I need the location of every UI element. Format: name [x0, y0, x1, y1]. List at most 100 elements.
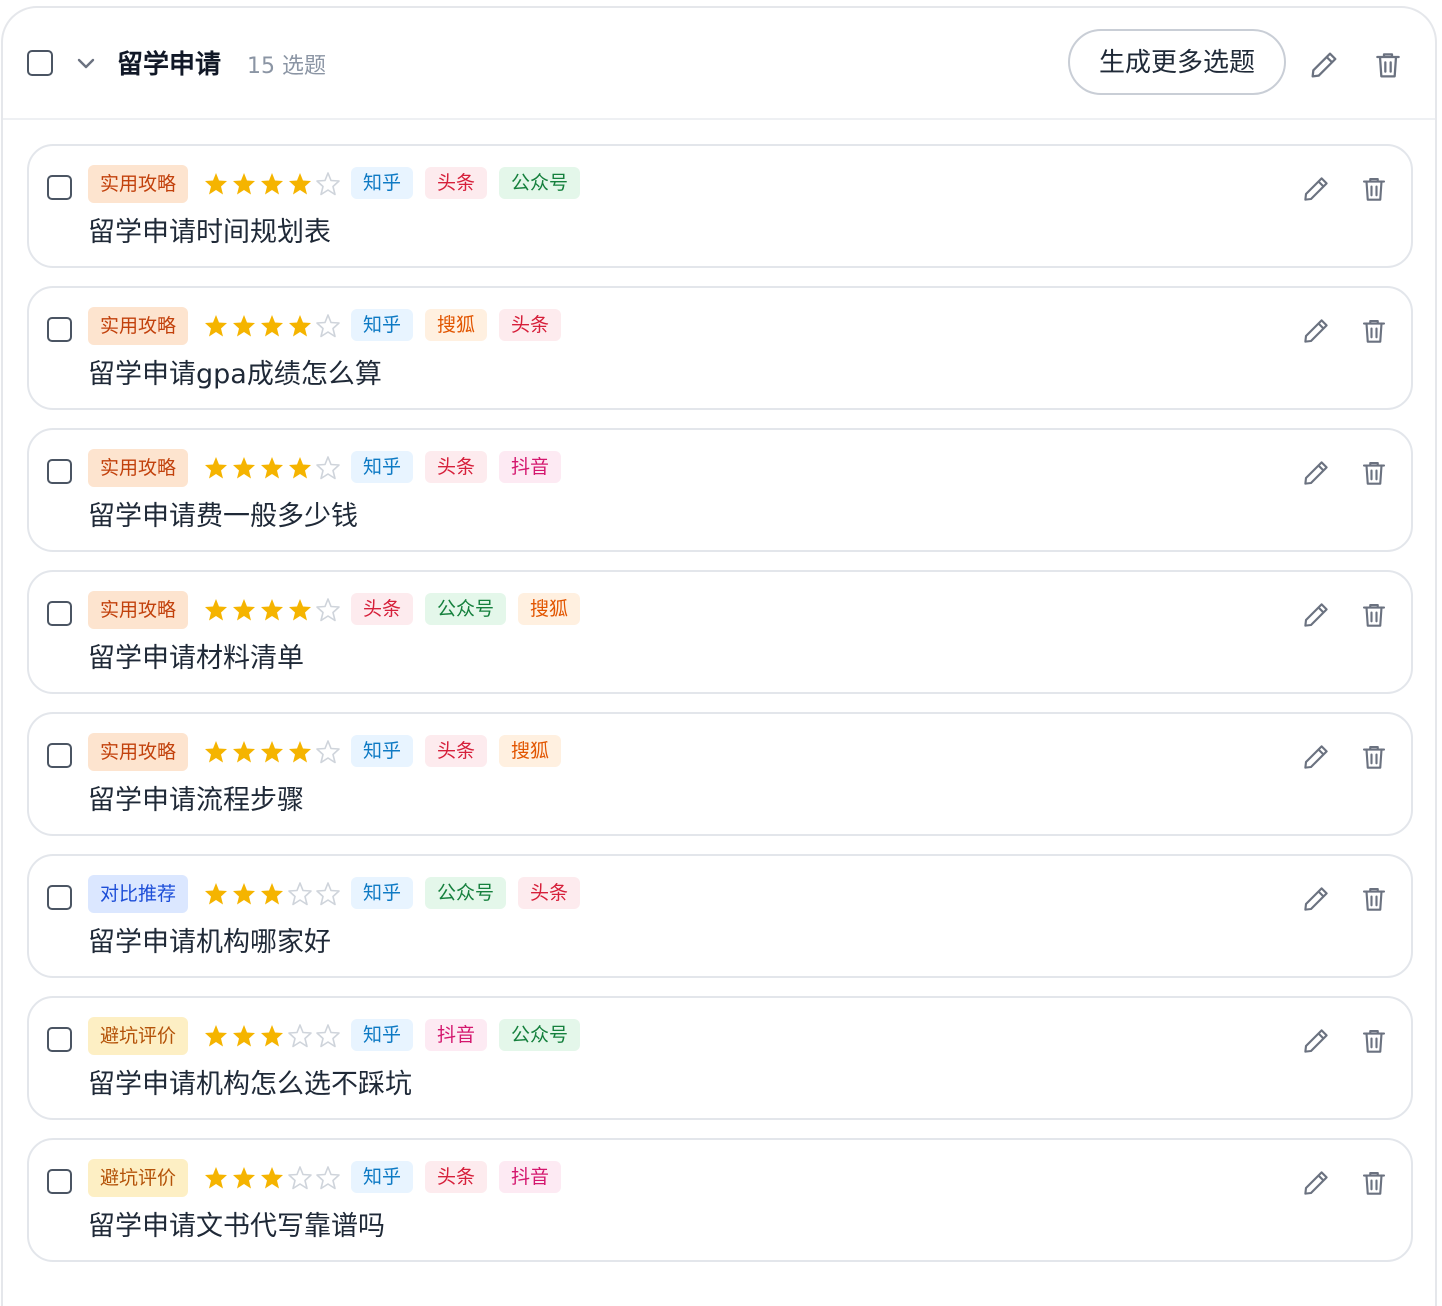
star-empty-icon: [288, 1024, 312, 1048]
edit-pencil-icon[interactable]: [1301, 884, 1331, 914]
platform-tags: 头条 公众号 搜狐: [351, 593, 592, 625]
star-filled-icon: [261, 173, 283, 195]
star-empty-icon: [316, 1166, 340, 1190]
platform-tag: 头条: [518, 877, 581, 909]
platform-tag: 头条: [499, 309, 562, 341]
topic-select-checkbox[interactable]: [47, 743, 72, 768]
platform-tag: 搜狐: [499, 735, 562, 767]
star-empty-icon: [316, 172, 340, 196]
platform-tag: 公众号: [499, 167, 581, 199]
star-filled-icon: [233, 1167, 255, 1189]
rating-stars: [202, 738, 342, 766]
platform-tag: 抖音: [499, 451, 562, 483]
edit-pencil-icon[interactable]: [1301, 458, 1331, 488]
star-empty-icon: [288, 882, 312, 906]
star-empty-icon: [316, 598, 340, 622]
star-filled-icon: [289, 599, 311, 621]
star-empty-icon: [316, 740, 340, 764]
star-filled-icon: [205, 1167, 227, 1189]
star-empty-icon: [316, 1024, 340, 1048]
delete-group-trash-icon[interactable]: [1372, 49, 1404, 81]
generate-more-button[interactable]: 生成更多选题: [1068, 29, 1286, 95]
star-filled-icon: [261, 1167, 283, 1189]
topic-title: 留学申请gpa成绩怎么算: [88, 359, 382, 390]
category-badge: 实用攻略: [88, 733, 189, 771]
platform-tag: 知乎: [351, 735, 414, 767]
edit-pencil-icon[interactable]: [1301, 174, 1331, 204]
topic-select-checkbox[interactable]: [47, 885, 72, 910]
platform-tags: 知乎 头条 公众号: [351, 167, 592, 199]
category-badge: 实用攻略: [88, 449, 189, 487]
star-filled-icon: [289, 741, 311, 763]
star-filled-icon: [233, 1025, 255, 1047]
star-filled-icon: [205, 1025, 227, 1047]
delete-trash-icon[interactable]: [1359, 1026, 1389, 1056]
rating-stars: [202, 312, 342, 340]
topic-select-checkbox[interactable]: [47, 601, 72, 626]
delete-trash-icon[interactable]: [1359, 174, 1389, 204]
rating-stars: [202, 170, 342, 198]
star-filled-icon: [205, 599, 227, 621]
topic-select-checkbox[interactable]: [47, 317, 72, 342]
topic-title: 留学申请流程步骤: [88, 785, 304, 816]
star-empty-icon: [316, 882, 340, 906]
category-badge: 实用攻略: [88, 165, 189, 203]
platform-tag: 知乎: [351, 309, 414, 341]
edit-pencil-icon[interactable]: [1301, 600, 1331, 630]
edit-group-pencil-icon[interactable]: [1308, 49, 1340, 81]
group-header: 留学申请 15 选题 生成更多选题: [3, 8, 1435, 120]
star-filled-icon: [233, 741, 255, 763]
star-empty-icon: [316, 314, 340, 338]
platform-tag: 搜狐: [518, 593, 581, 625]
delete-trash-icon[interactable]: [1359, 600, 1389, 630]
delete-trash-icon[interactable]: [1359, 316, 1389, 346]
platform-tags: 知乎 头条 抖音: [351, 1161, 573, 1193]
topic-select-checkbox[interactable]: [47, 459, 72, 484]
edit-pencil-icon[interactable]: [1301, 742, 1331, 772]
platform-tag: 知乎: [351, 877, 414, 909]
star-filled-icon: [205, 457, 227, 479]
topic-card: 实用攻略 知乎 头条 抖音留学申请费一般多少钱: [27, 428, 1413, 552]
star-filled-icon: [261, 741, 283, 763]
platform-tags: 知乎 搜狐 头条: [351, 309, 573, 341]
delete-trash-icon[interactable]: [1359, 458, 1389, 488]
star-filled-icon: [233, 457, 255, 479]
star-filled-icon: [289, 173, 311, 195]
platform-tags: 知乎 头条 抖音: [351, 451, 573, 483]
topic-card: 实用攻略 头条 公众号 搜狐 留学申请材料清单: [27, 570, 1413, 694]
platform-tag: 公众号: [425, 593, 507, 625]
star-filled-icon: [261, 1025, 283, 1047]
group-title: 留学申请: [117, 50, 222, 80]
topic-select-checkbox[interactable]: [47, 175, 72, 200]
edit-pencil-icon[interactable]: [1301, 316, 1331, 346]
platform-tag: 头条: [425, 167, 488, 199]
topic-select-checkbox[interactable]: [47, 1027, 72, 1052]
star-filled-icon: [205, 883, 227, 905]
star-filled-icon: [289, 315, 311, 337]
group-topic-count: 15 选题: [247, 54, 326, 79]
topic-title: 留学申请机构怎么选不踩坑: [88, 1069, 412, 1100]
platform-tag: 抖音: [499, 1161, 562, 1193]
topic-title: 留学申请费一般多少钱: [88, 501, 358, 532]
topic-select-checkbox[interactable]: [47, 1169, 72, 1194]
star-filled-icon: [261, 883, 283, 905]
group-select-checkbox[interactable]: [27, 50, 53, 76]
delete-trash-icon[interactable]: [1359, 1168, 1389, 1198]
delete-trash-icon[interactable]: [1359, 742, 1389, 772]
topic-title: 留学申请机构哪家好: [88, 927, 331, 958]
topic-group-panel: 留学申请 15 选题 生成更多选题 实用攻略 知乎 头条 公众号 留学申请时间规划表 实用…: [1, 6, 1437, 1306]
topic-card: 避坑评价 知乎 抖音 公众号 留学申请机构怎么选不踩坑: [27, 996, 1413, 1120]
star-filled-icon: [233, 173, 255, 195]
edit-pencil-icon[interactable]: [1301, 1026, 1331, 1056]
edit-pencil-icon[interactable]: [1301, 1168, 1331, 1198]
platform-tags: 知乎 头条 搜狐: [351, 735, 573, 767]
rating-stars: [202, 596, 342, 624]
chevron-down-icon[interactable]: [75, 54, 97, 72]
platform-tags: 知乎 抖音 公众号: [351, 1019, 592, 1051]
category-badge: 实用攻略: [88, 591, 189, 629]
delete-trash-icon[interactable]: [1359, 884, 1389, 914]
platform-tag: 公众号: [425, 877, 507, 909]
topic-title: 留学申请时间规划表: [88, 217, 331, 248]
star-empty-icon: [288, 1166, 312, 1190]
topic-card: 实用攻略 知乎 头条 公众号 留学申请时间规划表: [27, 144, 1413, 268]
